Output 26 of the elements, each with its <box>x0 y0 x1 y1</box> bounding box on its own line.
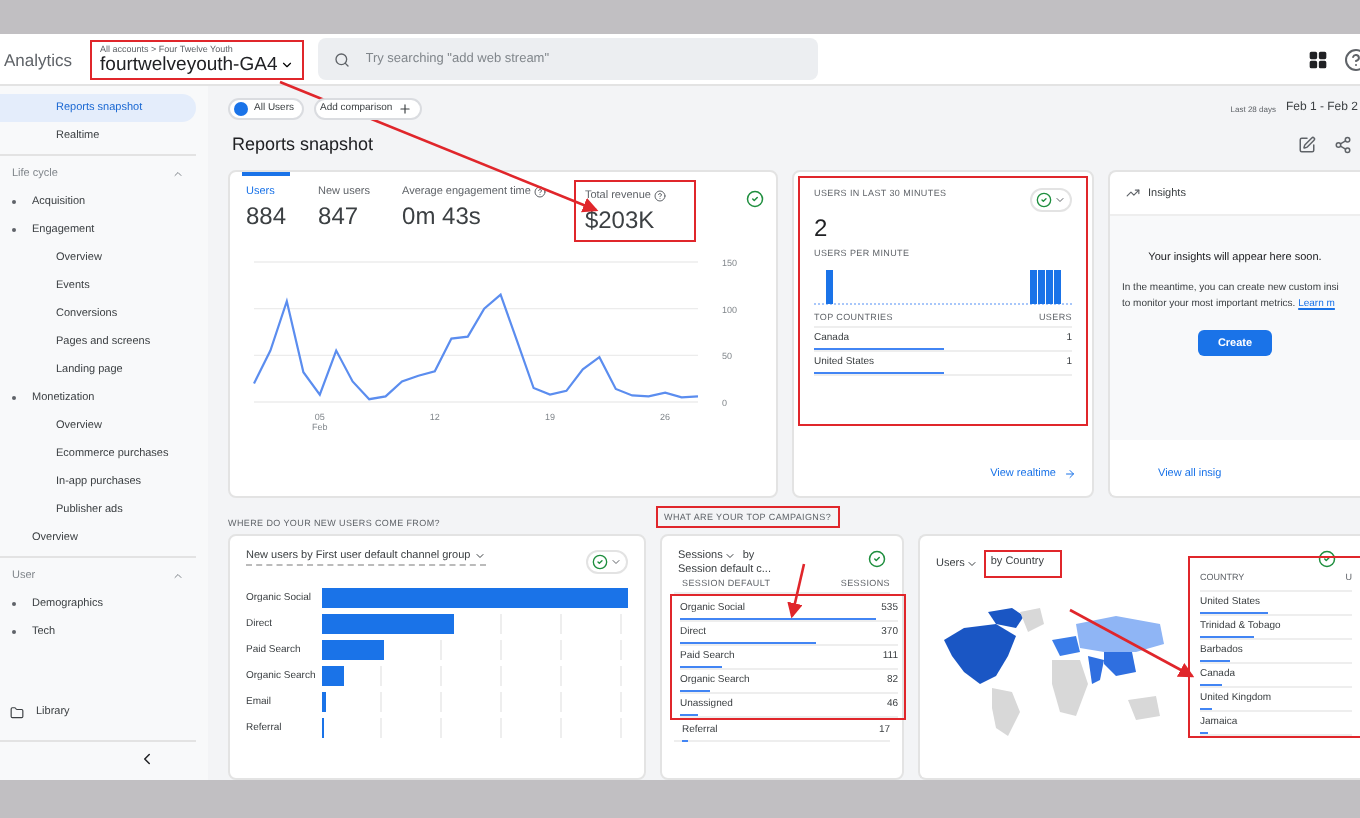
collapse-icon[interactable] <box>138 750 156 768</box>
check-circle-icon <box>592 554 608 570</box>
check-circle-icon <box>1036 192 1052 208</box>
plus-icon <box>398 101 413 115</box>
check-circle-icon[interactable] <box>746 190 764 208</box>
page-title: Reports snapshot <box>232 134 374 154</box>
check-circle-icon[interactable] <box>1318 550 1336 568</box>
segment-icon <box>234 101 248 115</box>
caret-icon <box>724 550 737 562</box>
caret-icon <box>279 57 294 71</box>
caret-icon <box>1054 194 1066 206</box>
search-icon <box>333 51 350 67</box>
share-icon[interactable] <box>1334 135 1352 153</box>
check-circle-icon[interactable] <box>868 550 886 568</box>
caret-icon <box>966 558 979 570</box>
caret-icon <box>610 556 622 568</box>
apps-grid-icon[interactable] <box>1308 49 1328 69</box>
app-name: Analytics <box>4 49 73 69</box>
compare-dropdown-button[interactable] <box>586 550 628 574</box>
folder-icon <box>10 705 24 719</box>
trend-icon <box>1126 186 1140 200</box>
edit-icon[interactable] <box>1298 135 1316 153</box>
arrow-right-icon <box>1064 468 1076 480</box>
metric-value: 2 <box>814 214 830 242</box>
compare-dropdown-button[interactable] <box>1030 188 1072 212</box>
caret-icon <box>474 550 487 562</box>
